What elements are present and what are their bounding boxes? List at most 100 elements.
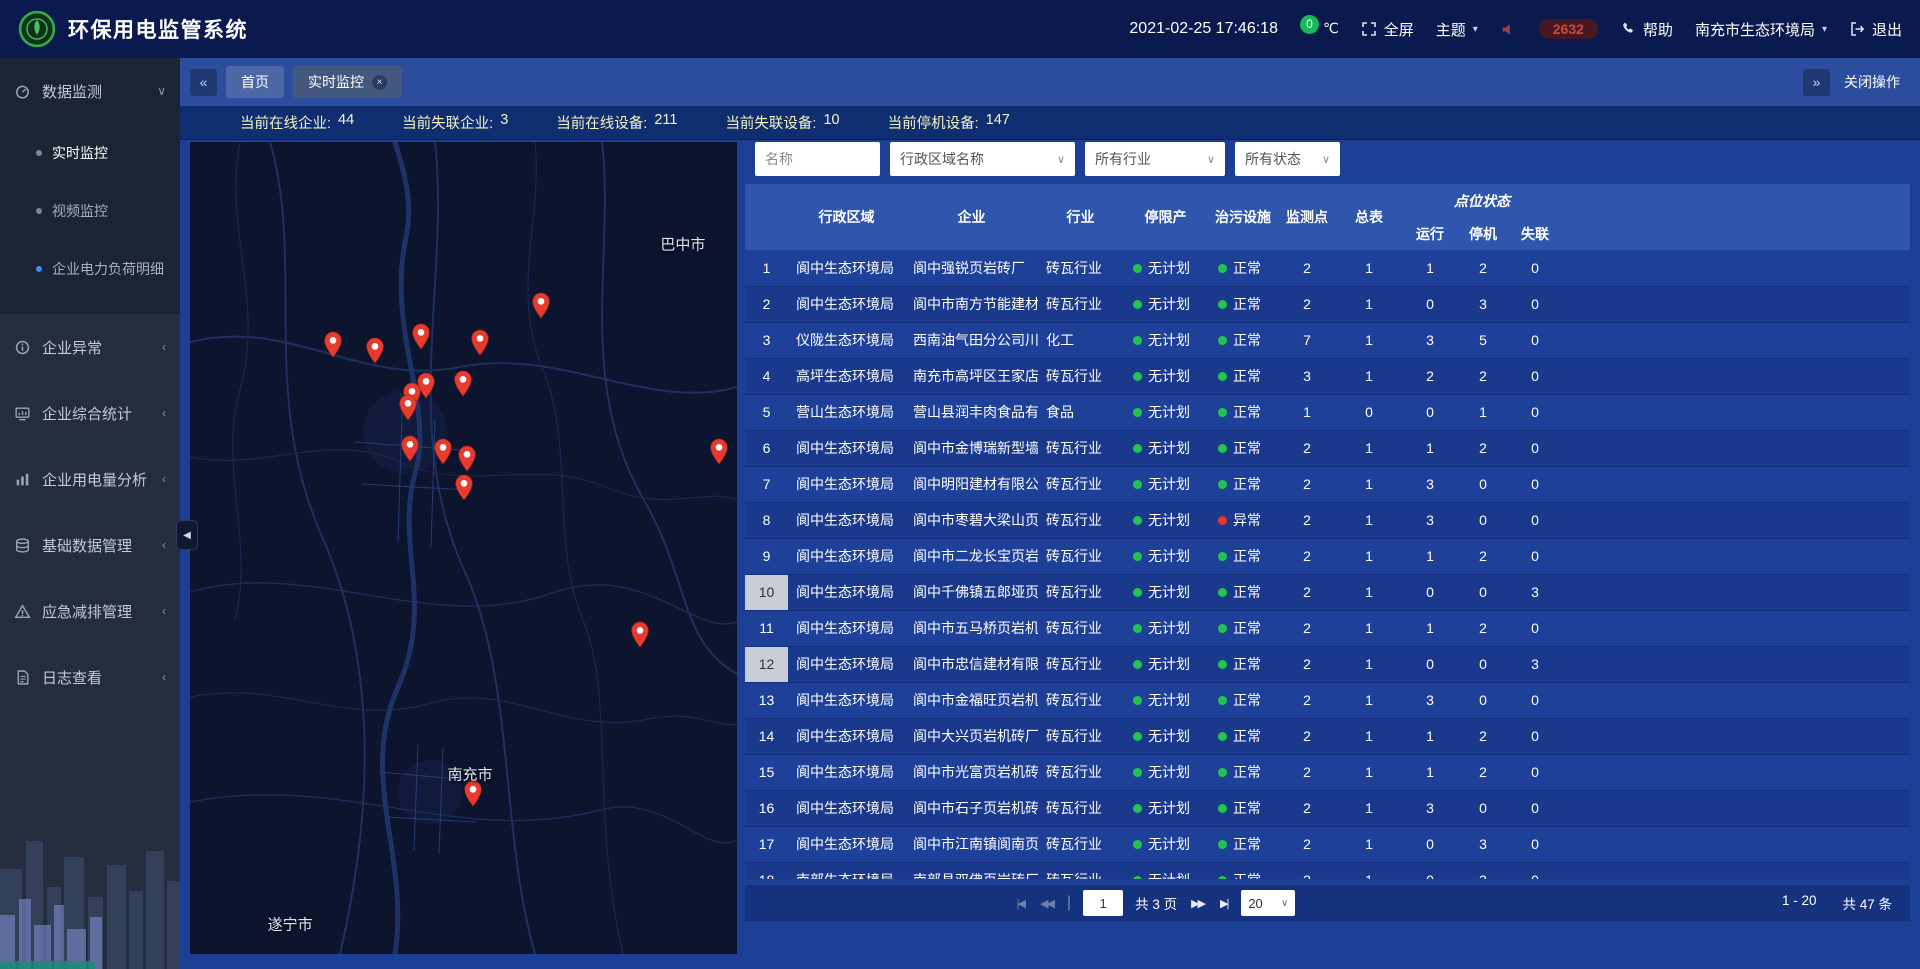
monitor-panel: 行政区域名称 ∨ 所有行业 ∨ 所有状态 ∨ <box>745 142 1910 921</box>
page-number-input[interactable] <box>1083 890 1123 916</box>
cell-meters: 1 <box>1336 754 1402 790</box>
cell-filler <box>1562 574 1910 610</box>
table-row[interactable]: 14阆中生态环境局阆中大兴页岩机砖厂砖瓦行业无计划正常21120 <box>745 718 1910 754</box>
sidebar-item-base-data[interactable]: 基础数据管理‹ <box>0 512 180 578</box>
sidebar-item-enterprise-statistics[interactable]: 企业综合统计‹ <box>0 380 180 446</box>
map-canvas[interactable]: 巴中市南充市遂宁市 <box>190 142 737 954</box>
map-pin[interactable] <box>365 337 385 364</box>
cell-stop: 2 <box>1458 430 1508 466</box>
sidebar-subitem-label: 企业电力负荷明细 <box>52 259 164 279</box>
industry-filter-select[interactable]: 所有行业 ∨ <box>1085 142 1225 176</box>
map-pin[interactable] <box>398 394 418 421</box>
table-row[interactable]: 1阆中生态环境局阆中强锐页岩砖厂砖瓦行业无计划正常21120 <box>745 250 1910 286</box>
cell-facility-status: 正常 <box>1208 718 1278 754</box>
sidebar-item-data-monitoring[interactable]: 数据监测∨ <box>0 58 180 124</box>
tabs-scroll-right-button[interactable]: » <box>1803 69 1830 96</box>
table-row[interactable]: 12阆中生态环境局阆中市忠信建材有限公砖瓦行业无计划正常21003 <box>745 646 1910 682</box>
org-dropdown[interactable]: 南充市生态环境局 ▾ <box>1695 19 1827 40</box>
stat-value: 44 <box>338 112 354 133</box>
table-row[interactable]: 15阆中生态环境局阆中市光富页岩机砖厂砖瓦行业无计划正常21120 <box>745 754 1910 790</box>
prev-page-button[interactable]: ◀◀ <box>1038 897 1055 910</box>
logout-button[interactable]: 退出 <box>1849 19 1902 40</box>
map-pin[interactable] <box>416 372 436 399</box>
table-row[interactable]: 11阆中生态环境局阆中市五马桥页岩机砖砖瓦行业无计划正常21120 <box>745 610 1910 646</box>
cell-region: 阆中生态环境局 <box>788 250 905 286</box>
table-row[interactable]: 9阆中生态环境局阆中市二龙长宝页岩砖砖瓦行业无计划正常21120 <box>745 538 1910 574</box>
cell-filler <box>1562 322 1910 358</box>
map-pin[interactable] <box>400 435 420 462</box>
workspace: 巴中市南充市遂宁市 ◀ 行政区域名称 ∨ 所有行业 ∨ <box>180 140 1920 969</box>
map-pin[interactable] <box>709 438 729 465</box>
help-button[interactable]: 帮助 <box>1620 19 1673 40</box>
cell-region: 阆中生态环境局 <box>788 754 905 790</box>
status-dot-icon <box>1218 300 1227 309</box>
tab-home[interactable]: 首页 <box>226 66 284 98</box>
status-dot-icon <box>1218 444 1227 453</box>
cell-stop: 0 <box>1458 682 1508 718</box>
col-subheader: 停机 <box>1458 217 1508 250</box>
map-pin[interactable] <box>411 323 431 350</box>
cell-company: 阆中大兴页岩机砖厂 <box>905 718 1038 754</box>
speaker-icon[interactable] <box>1500 21 1517 38</box>
sidebar-subitem-power-load-detail[interactable]: 企业电力负荷明细 <box>0 240 180 298</box>
table-row[interactable]: 8阆中生态环境局阆中市枣碧大梁山页岩砖瓦行业无计划异常21300 <box>745 502 1910 538</box>
cell-limit-status: 无计划 <box>1123 538 1208 574</box>
cell-industry: 砖瓦行业 <box>1038 646 1123 682</box>
fullscreen-button[interactable]: 全屏 <box>1361 19 1414 40</box>
tabbar: « 首页实时监控× » 关闭操作 <box>180 58 1920 106</box>
name-filter-input[interactable] <box>755 142 880 176</box>
map-collapse-button[interactable]: ◀ <box>176 520 198 550</box>
region-filter-select[interactable]: 行政区域名称 ∨ <box>890 142 1075 176</box>
map-pin[interactable] <box>433 438 453 465</box>
sidebar-item-power-analysis[interactable]: 企业用电量分析‹ <box>0 446 180 512</box>
map-pin[interactable] <box>630 621 650 648</box>
sidebar-item-log-view[interactable]: 日志查看‹ <box>0 644 180 710</box>
status-dot-icon <box>1133 588 1142 597</box>
theme-dropdown[interactable]: 主题 ▾ <box>1436 19 1478 40</box>
close-operations-button[interactable]: 关闭操作 <box>1844 72 1900 92</box>
table-row[interactable]: 7阆中生态环境局阆中明阳建材有限公司砖瓦行业无计划正常21300 <box>745 466 1910 502</box>
map-pin[interactable] <box>457 445 477 472</box>
map-pin[interactable] <box>531 292 551 319</box>
first-page-button[interactable]: |◀ <box>1015 897 1026 910</box>
cell-filler <box>1562 430 1910 466</box>
cell-lost: 0 <box>1508 430 1562 466</box>
tabs-scroll-left-button[interactable]: « <box>190 69 217 96</box>
cell-facility-status: 正常 <box>1208 682 1278 718</box>
map-pin[interactable] <box>453 370 473 397</box>
table-row[interactable]: 17阆中生态环境局阆中市江南镇阆南页岩砖瓦行业无计划正常21030 <box>745 826 1910 862</box>
map-pin[interactable] <box>470 329 490 356</box>
sidebar-item-emergency-reduction[interactable]: 应急减排管理‹ <box>0 578 180 644</box>
next-page-button[interactable]: ▶▶ <box>1189 897 1206 910</box>
table-row[interactable]: 16阆中生态环境局阆中市石子页岩机砖厂砖瓦行业无计划正常21300 <box>745 790 1910 826</box>
map-pin[interactable] <box>454 474 474 501</box>
page-size-select[interactable]: 20 ∨ <box>1241 890 1295 916</box>
table-row[interactable]: 6阆中生态环境局阆中市金博瑞新型墙材砖瓦行业无计划正常21120 <box>745 430 1910 466</box>
map-pin[interactable] <box>463 780 483 807</box>
table-row[interactable]: 4高坪生态环境局南充市高坪区王家店建砖瓦行业无计划正常31220 <box>745 358 1910 394</box>
cell-filler <box>1562 826 1910 862</box>
last-page-button[interactable]: ▶| <box>1218 897 1229 910</box>
tab-realtime-monitor[interactable]: 实时监控× <box>293 66 402 98</box>
table-row[interactable]: 2阆中生态环境局阆中市南方节能建材有砖瓦行业无计划正常21030 <box>745 286 1910 322</box>
skyline-decoration <box>0 799 180 969</box>
close-tab-icon[interactable]: × <box>372 75 387 90</box>
alert-count-badge[interactable]: 2632 <box>1539 19 1598 39</box>
table-row[interactable]: 10阆中生态环境局阆中千佛镇五郎垭页岩砖瓦行业无计划正常21003 <box>745 574 1910 610</box>
col-header: 治污设施 <box>1208 184 1278 250</box>
table-row[interactable]: 18南部生态环境局南部县双佛页岩砖厂砖瓦行业无计划正常21030 <box>745 862 1910 879</box>
table-row[interactable]: 13阆中生态环境局阆中市金福旺页岩机砖砖瓦行业无计划正常21300 <box>745 682 1910 718</box>
table-row[interactable]: 5营山生态环境局营山县润丰肉食品有限食品无计划正常10010 <box>745 394 1910 430</box>
cell-facility-status: 正常 <box>1208 538 1278 574</box>
status-filter-select[interactable]: 所有状态 ∨ <box>1235 142 1340 176</box>
row-index: 11 <box>745 610 788 646</box>
map-pin[interactable] <box>323 331 343 358</box>
sidebar-subitem-video-monitor[interactable]: 视频监控 <box>0 182 180 240</box>
cell-limit-status: 无计划 <box>1123 466 1208 502</box>
cell-lost: 0 <box>1508 466 1562 502</box>
sidebar-submenu: 实时监控视频监控企业电力负荷明细 <box>0 124 180 314</box>
sidebar-item-enterprise-abnormal[interactable]: 企业异常‹ <box>0 314 180 380</box>
cell-company: 阆中市枣碧大梁山页岩 <box>905 502 1038 538</box>
table-row[interactable]: 3仪陇生态环境局西南油气田分公司川中化工无计划正常71350 <box>745 322 1910 358</box>
sidebar-subitem-realtime-monitor[interactable]: 实时监控 <box>0 124 180 182</box>
